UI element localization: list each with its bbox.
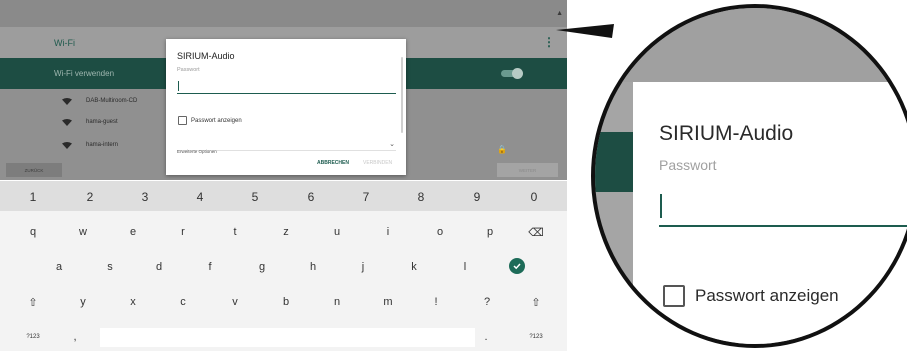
period-key[interactable]: . — [473, 331, 499, 343]
key-l[interactable]: l — [452, 261, 478, 273]
key-q[interactable]: q — [20, 226, 46, 238]
wifi-switch[interactable] — [501, 68, 523, 79]
lock-icon: 🔒 — [497, 145, 507, 154]
key-4[interactable]: 4 — [187, 190, 213, 204]
key-t[interactable]: t — [222, 226, 248, 238]
key-z[interactable]: z — [273, 226, 299, 238]
key-8[interactable]: 8 — [408, 190, 434, 204]
key-b[interactable]: b — [273, 296, 299, 308]
page-title: Wi-Fi — [54, 38, 75, 48]
shift-icon[interactable]: ⇧ — [20, 296, 46, 309]
zoom-checkbox — [663, 285, 685, 307]
password-input[interactable] — [177, 79, 396, 94]
key-o[interactable]: o — [427, 226, 453, 238]
key-a[interactable]: a — [46, 261, 72, 273]
symbols-key[interactable]: ?123 — [20, 334, 46, 340]
zoom-show-password-label: Passwort anzeigen — [695, 286, 839, 305]
show-password-checkbox[interactable] — [178, 116, 187, 125]
advanced-options-dropdown[interactable]: Erweiterte Optionen ⌄ — [177, 140, 396, 154]
key-s[interactable]: s — [97, 261, 123, 273]
space-bar[interactable] — [100, 328, 475, 347]
key-3[interactable]: 3 — [132, 190, 158, 204]
zoom-show-password-option: Passwort anzeigen — [663, 285, 839, 307]
key-v[interactable]: v — [222, 296, 248, 308]
key-h[interactable]: h — [300, 261, 326, 273]
dialog-scrollbar[interactable] — [401, 57, 403, 133]
key-9[interactable]: 9 — [464, 190, 490, 204]
cancel-button[interactable]: ABBRECHEN — [317, 160, 349, 166]
tablet-screen: ▲ Wi-Fi ⋮ Wi-Fi verwenden DAB-Multiroom-… — [0, 0, 567, 351]
chevron-down-icon: ⌄ — [389, 141, 395, 148]
key-d[interactable]: d — [146, 261, 172, 273]
key-y[interactable]: y — [70, 296, 96, 308]
signal-icon: ▲ — [556, 10, 563, 17]
network-name: hama-intern — [86, 142, 119, 148]
network-name: DAB-Multiroom-CD — [86, 98, 138, 104]
key-5[interactable]: 5 — [242, 190, 268, 204]
zoom-dialog: SIRIUM-Audio Passwort Passwort anzeigen — [633, 82, 907, 344]
key-p[interactable]: p — [477, 226, 503, 238]
comma-key[interactable]: , — [62, 331, 88, 343]
password-dialog: SIRIUM-Audio Passwort Passwort anzeigen … — [166, 39, 406, 175]
key-w[interactable]: w — [70, 226, 96, 238]
checkmark-icon — [513, 263, 521, 270]
status-bar: ▲ — [0, 0, 567, 27]
key-question[interactable]: ? — [474, 296, 500, 308]
backspace-icon[interactable]: ⌫ — [523, 226, 549, 239]
key-7[interactable]: 7 — [353, 190, 379, 204]
text-caret — [178, 81, 179, 91]
key-n[interactable]: n — [324, 296, 350, 308]
password-label: Passwort — [177, 67, 200, 73]
key-2[interactable]: 2 — [77, 190, 103, 204]
network-item[interactable]: hama-guest — [62, 116, 118, 128]
key-c[interactable]: c — [170, 296, 196, 308]
key-exclamation[interactable]: ! — [423, 296, 449, 308]
key-g[interactable]: g — [249, 261, 275, 273]
key-k[interactable]: k — [401, 261, 427, 273]
text-caret — [660, 194, 662, 218]
advanced-options-label: Erweiterte Optionen — [177, 149, 217, 154]
key-j[interactable]: j — [350, 261, 376, 273]
onscreen-keyboard: 1 2 3 4 5 6 7 8 9 0 q w e r t z u i o p … — [0, 181, 567, 351]
network-name: hama-guest — [86, 119, 118, 125]
magnifier-zoom: SIRIUM-Audio Passwort Passwort anzeigen — [591, 4, 907, 348]
dialog-title: SIRIUM-Audio — [177, 51, 235, 61]
wifi-icon — [62, 97, 72, 105]
show-password-label: Passwort anzeigen — [191, 117, 242, 124]
zoom-wifi-bar — [595, 132, 635, 192]
key-u[interactable]: u — [324, 226, 350, 238]
shift-icon[interactable]: ⇧ — [523, 296, 549, 309]
wifi-toggle-label: Wi-Fi verwenden — [54, 69, 115, 78]
zoom-password-label: Passwort — [659, 157, 717, 173]
more-menu-icon[interactable]: ⋮ — [543, 35, 555, 49]
zoom-password-input — [659, 190, 907, 227]
back-button[interactable]: ZURÜCK — [6, 163, 62, 177]
network-item[interactable]: DAB-Multiroom-CD — [62, 95, 137, 107]
number-row: 1 2 3 4 5 6 7 8 9 0 — [0, 181, 567, 211]
key-0[interactable]: 0 — [521, 190, 547, 204]
wifi-icon — [62, 118, 72, 126]
next-button[interactable]: WEITER — [497, 163, 558, 177]
show-password-option[interactable]: Passwort anzeigen — [178, 116, 242, 125]
key-i[interactable]: i — [375, 226, 401, 238]
zoom-dialog-title: SIRIUM-Audio — [659, 122, 794, 145]
key-x[interactable]: x — [120, 296, 146, 308]
zoom-appbar — [595, 8, 907, 82]
key-f[interactable]: f — [197, 261, 223, 273]
symbols-key[interactable]: ?123 — [523, 334, 549, 340]
key-m[interactable]: m — [375, 296, 401, 308]
key-6[interactable]: 6 — [298, 190, 324, 204]
key-e[interactable]: e — [120, 226, 146, 238]
key-1[interactable]: 1 — [20, 190, 46, 204]
enter-key[interactable] — [509, 258, 525, 274]
key-r[interactable]: r — [170, 226, 196, 238]
connect-button[interactable]: VERBINDEN — [363, 160, 392, 166]
network-item[interactable]: hama-intern — [62, 139, 118, 151]
wifi-icon — [62, 141, 72, 149]
